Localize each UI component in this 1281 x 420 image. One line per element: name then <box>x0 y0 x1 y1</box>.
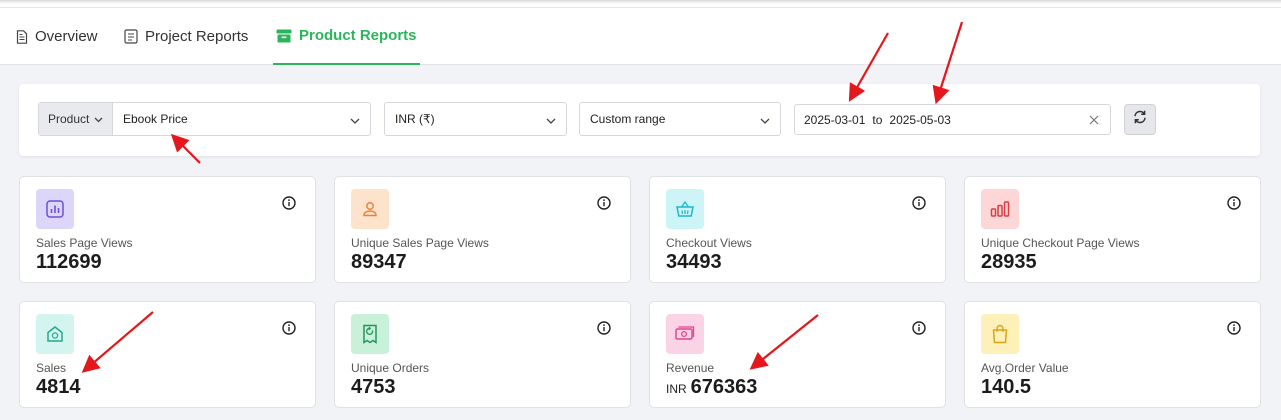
metric-card-unique-checkout-page-views: Unique Checkout Page Views 28935 <box>964 176 1261 283</box>
chevron-down-icon <box>350 114 360 128</box>
info-icon[interactable] <box>597 321 611 340</box>
metric-value: 4753 <box>351 376 396 398</box>
metric-card-avg-order-value: Avg.Order Value 140.5 <box>964 301 1261 408</box>
metric-value-with-currency: INR 676363 <box>666 376 757 399</box>
clear-icon[interactable] <box>1089 114 1099 128</box>
range-value: Custom range <box>590 112 666 126</box>
info-icon[interactable] <box>282 196 296 215</box>
metric-label: Unique Orders <box>351 361 430 375</box>
shopping-bag-icon <box>981 314 1019 354</box>
metric-value: 4814 <box>36 376 81 398</box>
info-icon[interactable] <box>1227 196 1241 215</box>
document-icon <box>16 29 28 44</box>
date-from: 2025-03-01 <box>804 112 866 127</box>
product-value: Ebook Price <box>123 112 188 126</box>
metric-value: 89347 <box>351 251 407 273</box>
metric-value: 112699 <box>36 251 102 273</box>
metric-label: Sales <box>36 361 67 375</box>
info-icon[interactable] <box>282 321 296 340</box>
metric-card-revenue: Revenue INR 676363 <box>649 301 946 408</box>
metric-label: Unique Checkout Page Views <box>981 236 1140 250</box>
chevron-down-icon <box>94 112 103 126</box>
date-separator: to <box>872 112 883 127</box>
currency-value: INR (₹) <box>395 112 435 126</box>
home-dollar-icon <box>36 314 74 354</box>
report-tabs: Overview Project Reports Product Reports <box>0 8 1281 65</box>
info-icon[interactable] <box>1227 321 1241 340</box>
currency-select[interactable]: INR (₹) <box>384 102 567 136</box>
metric-label: Sales Page Views <box>36 236 133 250</box>
basket-icon <box>666 189 704 229</box>
metric-label: Avg.Order Value <box>981 361 1069 375</box>
metric-value: 34493 <box>666 251 722 273</box>
report-icon <box>124 29 138 44</box>
metric-value: 676363 <box>690 376 758 398</box>
metric-label: Revenue <box>666 361 715 375</box>
tab-product-reports[interactable]: Product Reports <box>273 8 420 65</box>
metric-value: 140.5 <box>981 376 1032 398</box>
tab-product-reports-label: Product Reports <box>299 27 417 44</box>
date-range-input[interactable]: 2025-03-01 to 2025-05-03 <box>794 104 1111 135</box>
column-chart-icon <box>981 189 1019 229</box>
metric-card-unique-sales-page-views: Unique Sales Page Views 89347 <box>334 176 631 283</box>
metric-card-unique-orders: Unique Orders 4753 <box>334 301 631 408</box>
user-icon <box>351 189 389 229</box>
metric-card-sales-page-views: Sales Page Views 112699 <box>19 176 316 283</box>
currency-code: INR <box>666 382 687 396</box>
date-to: 2025-05-03 <box>889 112 951 127</box>
product-select[interactable]: Product Ebook Price <box>38 102 371 136</box>
bar-chart-icon <box>36 189 74 229</box>
refresh-button[interactable] <box>1124 104 1156 135</box>
tab-project-reports[interactable]: Project Reports <box>124 8 248 65</box>
tab-overview[interactable]: Overview <box>16 8 98 65</box>
receipt-icon <box>351 314 389 354</box>
tab-project-reports-label: Project Reports <box>145 28 249 45</box>
metric-label: Unique Sales Page Views <box>351 236 489 250</box>
tab-overview-label: Overview <box>35 28 98 45</box>
product-type-label: Product <box>48 112 90 126</box>
chevron-down-icon <box>546 114 556 128</box>
metric-card-checkout-views: Checkout Views 34493 <box>649 176 946 283</box>
product-type-dropdown[interactable]: Product <box>39 103 113 135</box>
metric-label: Checkout Views <box>666 236 752 250</box>
metric-value: 28935 <box>981 251 1037 273</box>
box-icon <box>276 29 292 43</box>
top-strip <box>0 0 1281 8</box>
info-icon[interactable] <box>912 196 926 215</box>
date-range-select[interactable]: Custom range <box>579 102 781 136</box>
info-icon[interactable] <box>597 196 611 215</box>
cash-icon <box>666 314 704 354</box>
filter-bar: Product Ebook Price INR (₹) Custom range… <box>19 84 1260 156</box>
chevron-down-icon <box>760 114 770 128</box>
refresh-icon <box>1132 110 1148 129</box>
metric-card-sales: Sales 4814 <box>19 301 316 408</box>
info-icon[interactable] <box>912 321 926 340</box>
